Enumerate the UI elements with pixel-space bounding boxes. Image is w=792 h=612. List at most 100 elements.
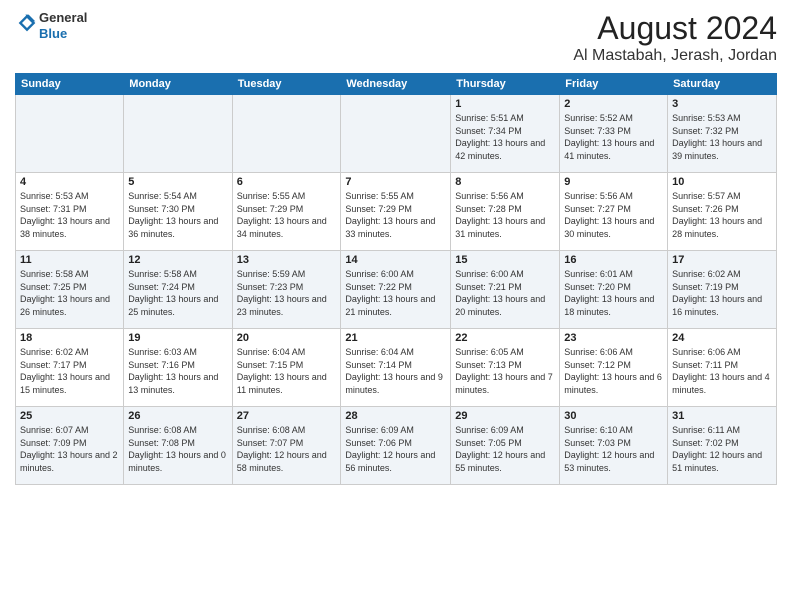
day-number: 10 xyxy=(672,176,772,188)
month-title: August 2024 xyxy=(573,10,777,47)
day-number: 8 xyxy=(455,176,555,188)
calendar-cell: 18 Sunrise: 6:02 AM Sunset: 7:17 PM Dayli… xyxy=(16,329,124,407)
calendar-cell: 25 Sunrise: 6:07 AM Sunset: 7:09 PM Dayli… xyxy=(16,407,124,485)
calendar-week-row: 18 Sunrise: 6:02 AM Sunset: 7:17 PM Dayli… xyxy=(16,329,777,407)
day-of-week-header: Thursday xyxy=(451,74,560,95)
calendar-cell: 14Sunrise: 6:00 AM Sunset: 7:22 PM Dayli… xyxy=(341,251,451,329)
calendar-cell: 16Sunrise: 6:01 AM Sunset: 7:20 PM Dayli… xyxy=(560,251,668,329)
day-number: 2 xyxy=(564,98,663,110)
calendar-week-row: 25 Sunrise: 6:07 AM Sunset: 7:09 PM Dayli… xyxy=(16,407,777,485)
logo-general-text: General xyxy=(39,10,87,25)
calendar-cell: 1 Sunrise: 5:51 AM Sunset: 7:34 PM Daylig… xyxy=(451,95,560,173)
day-content: Sunrise: 6:09 AM Sunset: 7:06 PM Dayligh… xyxy=(345,424,446,474)
calendar-cell: 3Sunrise: 5:53 AM Sunset: 7:32 PM Daylig… xyxy=(668,95,777,173)
day-content: Sunrise: 5:52 AM Sunset: 7:33 PM Dayligh… xyxy=(564,112,663,162)
calendar-cell: 10 Sunrise: 5:57 AM Sunset: 7:26 PM Dayli… xyxy=(668,173,777,251)
calendar-cell xyxy=(232,95,341,173)
calendar-cell: 29Sunrise: 6:09 AM Sunset: 7:05 PM Dayli… xyxy=(451,407,560,485)
day-number: 1 xyxy=(455,98,555,110)
day-content: Sunrise: 6:02 AM Sunset: 7:17 PM Dayligh… xyxy=(20,346,119,396)
day-content: Sunrise: 5:51 AM Sunset: 7:34 PM Dayligh… xyxy=(455,112,555,162)
calendar-week-row: 1 Sunrise: 5:51 AM Sunset: 7:34 PM Daylig… xyxy=(16,95,777,173)
day-number: 24 xyxy=(672,332,772,344)
day-content: Sunrise: 6:00 AM Sunset: 7:22 PM Dayligh… xyxy=(345,268,446,318)
day-number: 30 xyxy=(564,410,663,422)
day-content: Sunrise: 5:56 AM Sunset: 7:27 PM Dayligh… xyxy=(564,190,663,240)
day-number: 15 xyxy=(455,254,555,266)
day-content: Sunrise: 6:00 AM Sunset: 7:21 PM Dayligh… xyxy=(455,268,555,318)
day-content: Sunrise: 5:56 AM Sunset: 7:28 PM Dayligh… xyxy=(455,190,555,240)
calendar-cell: 24 Sunrise: 6:06 AM Sunset: 7:11 PM Dayli… xyxy=(668,329,777,407)
day-of-week-header: Saturday xyxy=(668,74,777,95)
day-content: Sunrise: 6:01 AM Sunset: 7:20 PM Dayligh… xyxy=(564,268,663,318)
day-content: Sunrise: 6:04 AM Sunset: 7:14 PM Dayligh… xyxy=(345,346,446,396)
calendar-cell: 13 Sunrise: 5:59 AM Sunset: 7:23 PM Dayli… xyxy=(232,251,341,329)
day-content: Sunrise: 6:05 AM Sunset: 7:13 PM Dayligh… xyxy=(455,346,555,396)
calendar-cell: 5 Sunrise: 5:54 AM Sunset: 7:30 PM Daylig… xyxy=(124,173,232,251)
calendar-cell: 26 Sunrise: 6:08 AM Sunset: 7:08 PM Dayli… xyxy=(124,407,232,485)
day-content: Sunrise: 6:08 AM Sunset: 7:08 PM Dayligh… xyxy=(128,424,227,474)
day-content: Sunrise: 5:55 AM Sunset: 7:29 PM Dayligh… xyxy=(345,190,446,240)
calendar-cell: 31Sunrise: 6:11 AM Sunset: 7:02 PM Dayli… xyxy=(668,407,777,485)
calendar-cell: 9 Sunrise: 5:56 AM Sunset: 7:27 PM Daylig… xyxy=(560,173,668,251)
day-number: 21 xyxy=(345,332,446,344)
calendar-week-row: 4 Sunrise: 5:53 AM Sunset: 7:31 PM Daylig… xyxy=(16,173,777,251)
day-number: 3 xyxy=(672,98,772,110)
day-number: 9 xyxy=(564,176,663,188)
calendar-cell: 20Sunrise: 6:04 AM Sunset: 7:15 PM Dayli… xyxy=(232,329,341,407)
day-content: Sunrise: 5:55 AM Sunset: 7:29 PM Dayligh… xyxy=(237,190,337,240)
day-content: Sunrise: 6:10 AM Sunset: 7:03 PM Dayligh… xyxy=(564,424,663,474)
day-content: Sunrise: 5:58 AM Sunset: 7:24 PM Dayligh… xyxy=(128,268,227,318)
calendar-cell: 30 Sunrise: 6:10 AM Sunset: 7:03 PM Dayli… xyxy=(560,407,668,485)
calendar-cell: 21 Sunrise: 6:04 AM Sunset: 7:14 PM Dayli… xyxy=(341,329,451,407)
logo: General Blue xyxy=(15,10,87,41)
day-content: Sunrise: 6:07 AM Sunset: 7:09 PM Dayligh… xyxy=(20,424,119,474)
day-of-week-header: Tuesday xyxy=(232,74,341,95)
day-number: 6 xyxy=(237,176,337,188)
day-number: 23 xyxy=(564,332,663,344)
day-number: 13 xyxy=(237,254,337,266)
day-number: 28 xyxy=(345,410,446,422)
calendar-cell: 6 Sunrise: 5:55 AM Sunset: 7:29 PM Daylig… xyxy=(232,173,341,251)
day-number: 25 xyxy=(20,410,119,422)
calendar-cell xyxy=(124,95,232,173)
calendar-cell: 19 Sunrise: 6:03 AM Sunset: 7:16 PM Dayli… xyxy=(124,329,232,407)
calendar-cell: 17 Sunrise: 6:02 AM Sunset: 7:19 PM Dayli… xyxy=(668,251,777,329)
day-number: 17 xyxy=(672,254,772,266)
title-area: August 2024 Al Mastabah, Jerash, Jordan xyxy=(573,10,777,65)
calendar-cell: 12 Sunrise: 5:58 AM Sunset: 7:24 PM Dayli… xyxy=(124,251,232,329)
day-number: 5 xyxy=(128,176,227,188)
header: General Blue August 2024 Al Mastabah, Je… xyxy=(15,10,777,65)
logo-blue-text: Blue xyxy=(39,26,67,41)
day-number: 12 xyxy=(128,254,227,266)
day-number: 26 xyxy=(128,410,227,422)
day-number: 4 xyxy=(20,176,119,188)
calendar-cell xyxy=(16,95,124,173)
day-content: Sunrise: 6:06 AM Sunset: 7:12 PM Dayligh… xyxy=(564,346,663,396)
calendar-cell: 27 Sunrise: 6:08 AM Sunset: 7:07 PM Dayli… xyxy=(232,407,341,485)
day-number: 19 xyxy=(128,332,227,344)
calendar-header-row: SundayMondayTuesdayWednesdayThursdayFrid… xyxy=(16,74,777,95)
day-content: Sunrise: 5:58 AM Sunset: 7:25 PM Dayligh… xyxy=(20,268,119,318)
day-content: Sunrise: 6:06 AM Sunset: 7:11 PM Dayligh… xyxy=(672,346,772,396)
day-content: Sunrise: 5:53 AM Sunset: 7:31 PM Dayligh… xyxy=(20,190,119,240)
calendar: SundayMondayTuesdayWednesdayThursdayFrid… xyxy=(15,73,777,485)
day-of-week-header: Friday xyxy=(560,74,668,95)
calendar-cell: 22 Sunrise: 6:05 AM Sunset: 7:13 PM Dayli… xyxy=(451,329,560,407)
day-content: Sunrise: 5:57 AM Sunset: 7:26 PM Dayligh… xyxy=(672,190,772,240)
day-content: Sunrise: 6:08 AM Sunset: 7:07 PM Dayligh… xyxy=(237,424,337,474)
calendar-cell xyxy=(341,95,451,173)
day-content: Sunrise: 6:02 AM Sunset: 7:19 PM Dayligh… xyxy=(672,268,772,318)
day-content: Sunrise: 6:03 AM Sunset: 7:16 PM Dayligh… xyxy=(128,346,227,396)
calendar-cell: 11Sunrise: 5:58 AM Sunset: 7:25 PM Dayli… xyxy=(16,251,124,329)
day-content: Sunrise: 5:59 AM Sunset: 7:23 PM Dayligh… xyxy=(237,268,337,318)
calendar-week-row: 11Sunrise: 5:58 AM Sunset: 7:25 PM Dayli… xyxy=(16,251,777,329)
day-number: 22 xyxy=(455,332,555,344)
calendar-cell: 23 Sunrise: 6:06 AM Sunset: 7:12 PM Dayli… xyxy=(560,329,668,407)
day-number: 7 xyxy=(345,176,446,188)
day-number: 27 xyxy=(237,410,337,422)
day-number: 18 xyxy=(20,332,119,344)
day-content: Sunrise: 5:54 AM Sunset: 7:30 PM Dayligh… xyxy=(128,190,227,240)
location-title: Al Mastabah, Jerash, Jordan xyxy=(573,47,777,65)
calendar-cell: 15 Sunrise: 6:00 AM Sunset: 7:21 PM Dayli… xyxy=(451,251,560,329)
